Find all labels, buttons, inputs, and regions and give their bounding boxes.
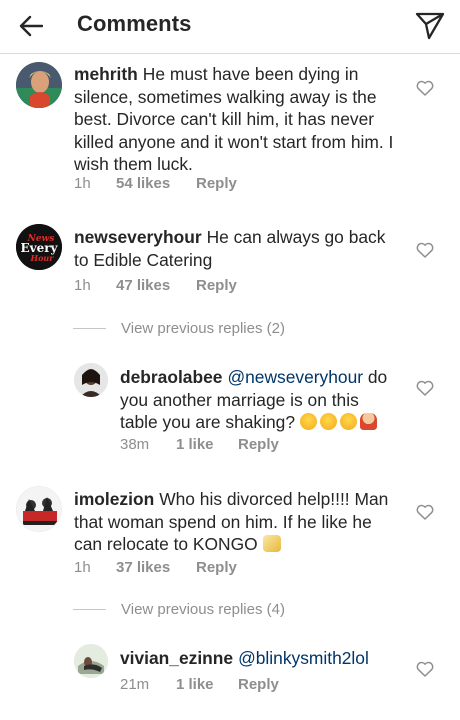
view-previous-label: View previous replies (4) <box>121 601 285 618</box>
view-previous-replies[interactable]: View previous replies (2) <box>73 320 285 337</box>
heart-icon[interactable] <box>416 504 434 520</box>
comment-time: 38m <box>120 436 150 453</box>
svg-text:Hour: Hour <box>30 253 55 263</box>
mention-link[interactable]: @blinkysmith2lol <box>238 648 369 668</box>
header-bar: Comments <box>0 0 460 54</box>
avatar-image <box>74 644 108 678</box>
comment-text: debraolabee @newseveryhour do you another… <box>120 366 400 434</box>
back-button[interactable] <box>14 10 48 42</box>
heart-icon[interactable] <box>416 242 434 258</box>
paper-plane-icon <box>415 12 445 40</box>
view-previous-label: View previous replies (2) <box>121 320 285 337</box>
heart-icon[interactable] <box>416 661 434 677</box>
reply-button[interactable]: Reply <box>196 175 237 192</box>
comment-text: newseveryhour He can always go back to Ed… <box>74 226 404 271</box>
comment-meta: 38m 1 like Reply <box>120 436 279 453</box>
comment-time: 1h <box>74 559 91 576</box>
comment-meta: 1h 47 likes Reply <box>74 277 237 294</box>
grinning-sweat-emoji <box>299 413 317 430</box>
avatar-image <box>17 487 61 531</box>
grinning-sweat-emoji <box>339 413 357 430</box>
rofl-emoji <box>316 409 340 434</box>
comment-username[interactable]: mehrith <box>74 64 138 84</box>
comment-likes[interactable]: 1 like <box>176 676 238 693</box>
comment-text: mehrith He must have been dying in silenc… <box>74 63 399 176</box>
comment-username[interactable]: vivian_ezinne <box>120 648 233 668</box>
share-button[interactable] <box>412 9 448 43</box>
divider-line <box>73 328 106 329</box>
comment-likes[interactable]: 1 like <box>176 436 238 453</box>
woman-gesturing-no-emoji <box>359 413 377 430</box>
comment-time: 21m <box>120 676 150 693</box>
avatar[interactable] <box>74 644 108 678</box>
comment-username[interactable]: newseveryhour <box>74 227 202 247</box>
comment-likes[interactable]: 47 likes <box>116 277 196 294</box>
comment-text: imolezion Who his divorced help!!!! Man t… <box>74 488 404 556</box>
comment-item: mehrith He must have been dying in silenc… <box>0 54 460 204</box>
comment-time: 1h <box>74 277 91 294</box>
comment-username[interactable]: imolezion <box>74 489 154 509</box>
reply-button[interactable]: Reply <box>238 676 279 693</box>
comment-username[interactable]: debraolabee <box>120 367 222 387</box>
comment-meta: 1h 37 likes Reply <box>74 559 237 576</box>
heart-icon[interactable] <box>416 80 434 96</box>
reply-button[interactable]: Reply <box>196 559 237 576</box>
comment-meta: 1h 54 likes Reply <box>74 175 237 192</box>
arrow-left-icon <box>19 15 43 37</box>
reply-button[interactable]: Reply <box>196 277 237 294</box>
avatar[interactable] <box>16 62 62 108</box>
comment-text: vivian_ezinne @blinkysmith2lol <box>120 647 410 670</box>
mention-link[interactable]: @newseveryhour <box>227 367 363 387</box>
avatar[interactable] <box>74 363 108 397</box>
avatar[interactable] <box>16 486 62 532</box>
comment-item: imolezion Who his divorced help!!!! Man t… <box>0 484 460 584</box>
reply-item: vivian_ezinne @blinkysmith2lol 21m 1 like… <box>0 640 460 710</box>
heart-icon[interactable] <box>416 380 434 396</box>
comment-time: 1h <box>74 175 91 192</box>
clinking-glasses-emoji <box>262 535 281 552</box>
page-title: Comments <box>77 11 192 36</box>
avatar-image <box>16 62 62 108</box>
comment-likes[interactable]: 54 likes <box>116 175 196 192</box>
news-every-hour-logo: News Every Hour <box>16 224 62 270</box>
avatar-image <box>74 363 108 397</box>
comment-likes[interactable]: 37 likes <box>116 559 196 576</box>
view-previous-replies[interactable]: View previous replies (4) <box>73 601 285 618</box>
comment-meta: 21m 1 like Reply <box>120 676 279 693</box>
reply-button[interactable]: Reply <box>238 436 279 453</box>
avatar[interactable]: News Every Hour <box>16 224 62 270</box>
comment-item: News Every Hour newseveryhour He can alwa… <box>0 222 460 302</box>
reply-item: debraolabee @newseveryhour do you another… <box>0 360 460 460</box>
emoji-group <box>299 409 380 434</box>
divider-line <box>73 609 106 610</box>
